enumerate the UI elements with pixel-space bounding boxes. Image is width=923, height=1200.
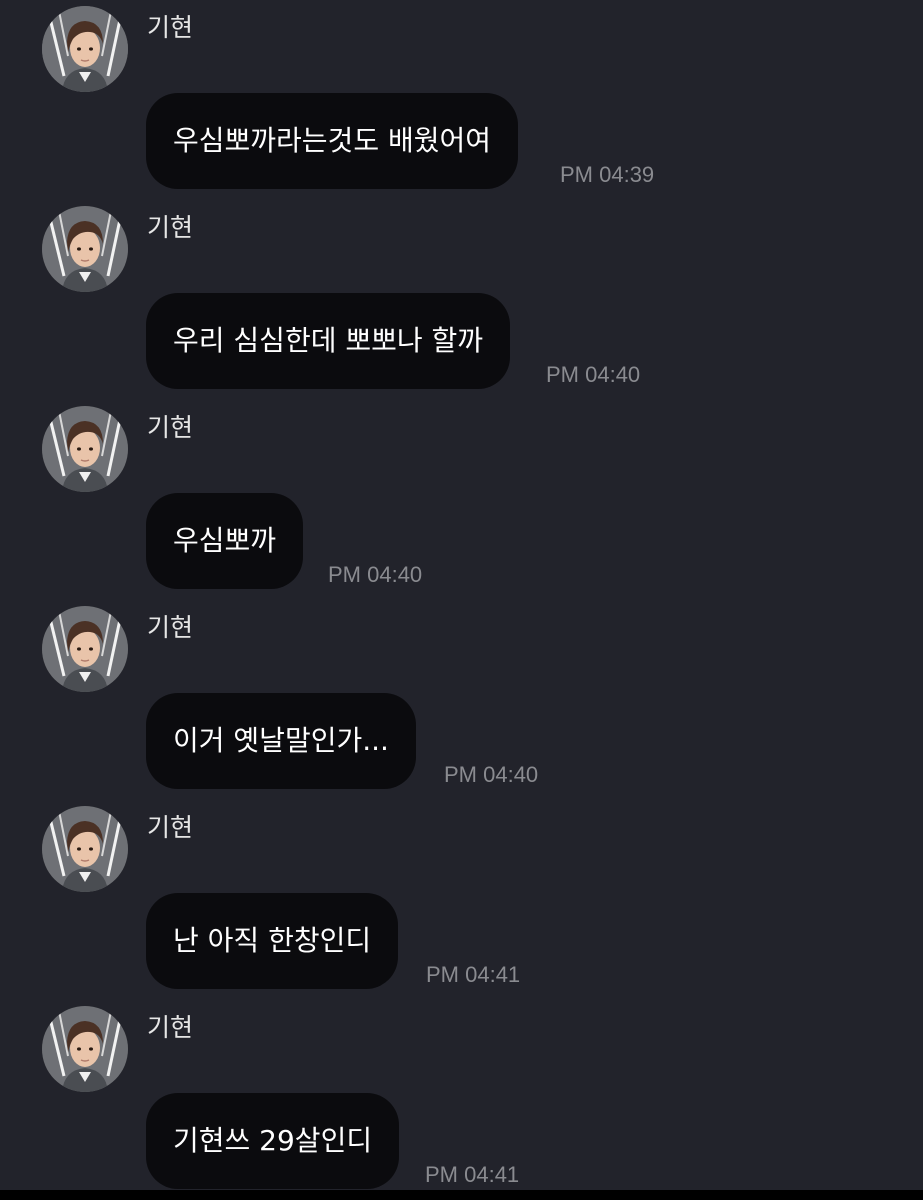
- message-bubble[interactable]: 우심뽀까: [146, 493, 304, 589]
- message-bubble[interactable]: 기현쓰 29살인디: [146, 1093, 400, 1189]
- message-timestamp: PM 04:40: [444, 762, 539, 787]
- message-bubble[interactable]: 이거 옛날말인가...: [146, 693, 416, 789]
- message-timestamp: PM 04:40: [546, 362, 641, 387]
- message-bubble[interactable]: 우심뽀까라는것도 배웠어여: [146, 93, 519, 189]
- bottom-edge-bar: [0, 1190, 923, 1200]
- sender-name: 기현: [147, 813, 194, 842]
- message-timestamp: PM 04:41: [426, 962, 521, 987]
- message-bubble[interactable]: 난 아직 한창인디: [146, 893, 399, 989]
- avatar[interactable]: [42, 1006, 128, 1092]
- message-bubble[interactable]: 우리 심심한데 뽀뽀나 할까: [146, 293, 511, 389]
- avatar[interactable]: [42, 206, 128, 292]
- sender-name: 기현: [147, 213, 194, 242]
- sender-name: 기현: [147, 613, 194, 642]
- avatar[interactable]: [42, 6, 128, 92]
- avatar[interactable]: [42, 806, 128, 892]
- message-row: 기현 이거 옛날말인가... PM 04:40: [0, 600, 923, 800]
- sender-name: 기현: [147, 1013, 194, 1042]
- chat-thread: 기현 우심뽀까라는것도 배웠어여 PM 04:39 기현 우리 심심한데 뽀뽀나…: [0, 0, 923, 1200]
- message-row: 기현 우심뽀까 PM 04:40: [0, 400, 923, 600]
- avatar[interactable]: [42, 406, 128, 492]
- sender-name: 기현: [147, 413, 194, 442]
- message-timestamp: PM 04:40: [328, 562, 423, 587]
- message-row: 기현 난 아직 한창인디 PM 04:41: [0, 800, 923, 1000]
- message-row: 기현 기현쓰 29살인디 PM 04:41: [0, 1000, 923, 1200]
- avatar[interactable]: [42, 606, 128, 692]
- sender-name: 기현: [147, 13, 194, 42]
- message-row: 기현 우리 심심한데 뽀뽀나 할까 PM 04:40: [0, 200, 923, 400]
- message-timestamp: PM 04:41: [425, 1162, 520, 1187]
- message-row: 기현 우심뽀까라는것도 배웠어여 PM 04:39: [0, 0, 923, 200]
- message-timestamp: PM 04:39: [560, 162, 655, 187]
